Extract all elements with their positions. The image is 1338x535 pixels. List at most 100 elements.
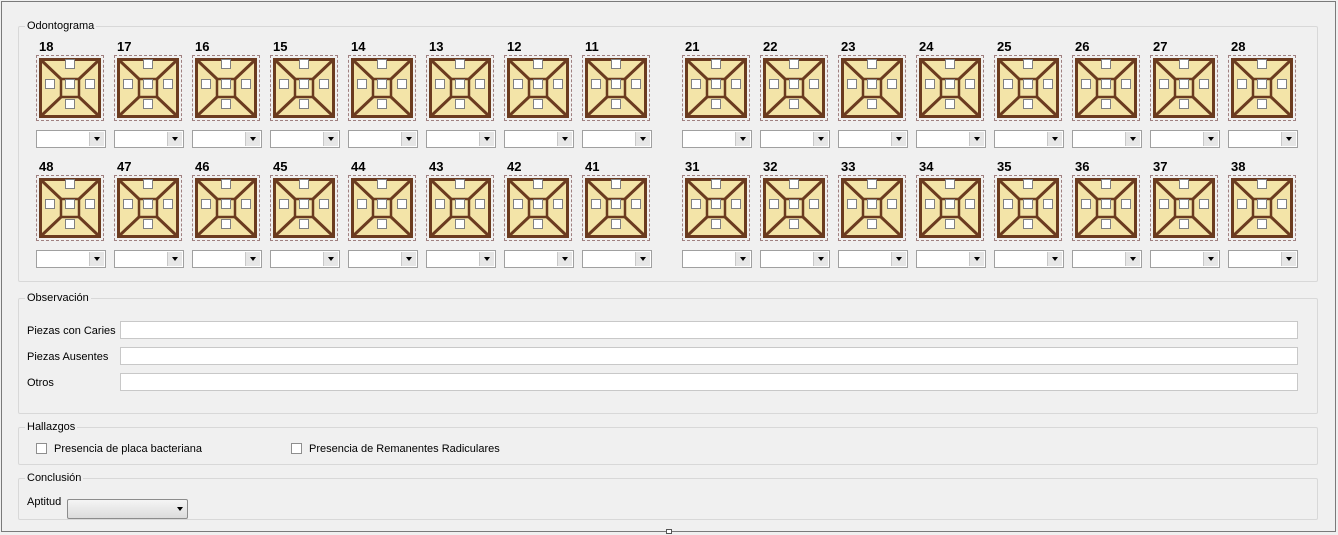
surface-checkbox-top[interactable]: [299, 59, 309, 69]
surface-checkbox-left[interactable]: [769, 199, 779, 209]
tooth-state-combo[interactable]: [1072, 250, 1142, 268]
surface-checkbox-center[interactable]: [377, 79, 387, 89]
dropdown-arrow-icon[interactable]: [1203, 252, 1218, 266]
surface-checkbox-top[interactable]: [711, 59, 721, 69]
surface-checkbox-center[interactable]: [221, 199, 231, 209]
dropdown-arrow-icon[interactable]: [1047, 252, 1062, 266]
dropdown-arrow-icon[interactable]: [557, 132, 572, 146]
surface-checkbox-left[interactable]: [513, 199, 523, 209]
surface-checkbox-bottom[interactable]: [455, 99, 465, 109]
surface-checkbox-right[interactable]: [397, 199, 407, 209]
surface-checkbox-bottom[interactable]: [1023, 99, 1033, 109]
surface-checkbox-top[interactable]: [533, 59, 543, 69]
surface-checkbox-center[interactable]: [1023, 199, 1033, 209]
surface-checkbox-bottom[interactable]: [789, 219, 799, 229]
surface-checkbox-left[interactable]: [357, 199, 367, 209]
surface-checkbox-right[interactable]: [965, 199, 975, 209]
surface-checkbox-bottom[interactable]: [377, 219, 387, 229]
surface-checkbox-bottom[interactable]: [945, 99, 955, 109]
surface-checkbox-right[interactable]: [809, 79, 819, 89]
tooth-state-combo[interactable]: [192, 130, 262, 148]
surface-checkbox-top[interactable]: [221, 179, 231, 189]
surface-checkbox-center[interactable]: [1101, 79, 1111, 89]
dropdown-arrow-icon[interactable]: [1203, 132, 1218, 146]
surface-checkbox-left[interactable]: [279, 199, 289, 209]
surface-checkbox-bottom[interactable]: [1257, 219, 1267, 229]
surface-checkbox-top[interactable]: [789, 179, 799, 189]
surface-checkbox-top[interactable]: [65, 179, 75, 189]
surface-checkbox-center[interactable]: [455, 79, 465, 89]
surface-checkbox-top[interactable]: [377, 59, 387, 69]
tooth-state-combo[interactable]: [504, 250, 574, 268]
dropdown-arrow-icon[interactable]: [635, 132, 650, 146]
dropdown-arrow-icon[interactable]: [1125, 132, 1140, 146]
surface-checkbox-bottom[interactable]: [65, 219, 75, 229]
surface-checkbox-right[interactable]: [163, 79, 173, 89]
surface-checkbox-right[interactable]: [475, 79, 485, 89]
surface-checkbox-center[interactable]: [533, 199, 543, 209]
piezas-ausentes-input[interactable]: [120, 347, 1298, 365]
surface-checkbox-right[interactable]: [553, 79, 563, 89]
tooth-state-combo[interactable]: [994, 130, 1064, 148]
surface-checkbox-right[interactable]: [1199, 79, 1209, 89]
surface-checkbox-top[interactable]: [1023, 59, 1033, 69]
tooth-state-combo[interactable]: [192, 250, 262, 268]
surface-checkbox-left[interactable]: [435, 199, 445, 209]
dropdown-arrow-icon[interactable]: [735, 252, 750, 266]
dropdown-arrow-icon[interactable]: [735, 132, 750, 146]
checkbox-box[interactable]: [36, 443, 47, 454]
surface-checkbox-right[interactable]: [631, 79, 641, 89]
surface-checkbox-left[interactable]: [279, 79, 289, 89]
dropdown-arrow-icon[interactable]: [813, 132, 828, 146]
surface-checkbox-left[interactable]: [925, 79, 935, 89]
surface-checkbox-center[interactable]: [143, 79, 153, 89]
surface-checkbox-center[interactable]: [377, 199, 387, 209]
surface-checkbox-top[interactable]: [65, 59, 75, 69]
tooth-state-combo[interactable]: [916, 250, 986, 268]
surface-checkbox-bottom[interactable]: [1179, 99, 1189, 109]
surface-checkbox-left[interactable]: [357, 79, 367, 89]
surface-checkbox-right[interactable]: [319, 199, 329, 209]
surface-checkbox-center[interactable]: [221, 79, 231, 89]
surface-checkbox-bottom[interactable]: [611, 99, 621, 109]
tooth-state-combo[interactable]: [1228, 130, 1298, 148]
surface-checkbox-top[interactable]: [1179, 59, 1189, 69]
surface-checkbox-bottom[interactable]: [65, 99, 75, 109]
dropdown-arrow-icon[interactable]: [1281, 132, 1296, 146]
dropdown-arrow-icon[interactable]: [1047, 132, 1062, 146]
resize-grip[interactable]: [666, 529, 672, 534]
surface-checkbox-bottom[interactable]: [221, 99, 231, 109]
tooth-state-combo[interactable]: [582, 250, 652, 268]
tooth-state-combo[interactable]: [760, 130, 830, 148]
surface-checkbox-top[interactable]: [221, 59, 231, 69]
tooth-state-combo[interactable]: [348, 130, 418, 148]
surface-checkbox-left[interactable]: [1003, 79, 1013, 89]
surface-checkbox-bottom[interactable]: [143, 219, 153, 229]
surface-checkbox-right[interactable]: [1199, 199, 1209, 209]
checkbox-box[interactable]: [291, 443, 302, 454]
dropdown-arrow-icon[interactable]: [635, 252, 650, 266]
surface-checkbox-right[interactable]: [553, 199, 563, 209]
surface-checkbox-left[interactable]: [123, 199, 133, 209]
surface-checkbox-bottom[interactable]: [1101, 99, 1111, 109]
dropdown-arrow-icon[interactable]: [167, 132, 182, 146]
surface-checkbox-center[interactable]: [143, 199, 153, 209]
surface-checkbox-center[interactable]: [1257, 79, 1267, 89]
surface-checkbox-top[interactable]: [1179, 179, 1189, 189]
tooth-state-combo[interactable]: [36, 130, 106, 148]
dropdown-arrow-icon[interactable]: [891, 132, 906, 146]
surface-checkbox-right[interactable]: [1121, 79, 1131, 89]
surface-checkbox-top[interactable]: [1257, 59, 1267, 69]
surface-checkbox-top[interactable]: [1101, 179, 1111, 189]
tooth-state-combo[interactable]: [760, 250, 830, 268]
surface-checkbox-center[interactable]: [711, 79, 721, 89]
surface-checkbox-center[interactable]: [1257, 199, 1267, 209]
surface-checkbox-top[interactable]: [945, 59, 955, 69]
surface-checkbox-top[interactable]: [143, 179, 153, 189]
surface-checkbox-center[interactable]: [1023, 79, 1033, 89]
surface-checkbox-top[interactable]: [455, 59, 465, 69]
surface-checkbox-bottom[interactable]: [1023, 219, 1033, 229]
surface-checkbox-top[interactable]: [611, 179, 621, 189]
surface-checkbox-left[interactable]: [513, 79, 523, 89]
surface-checkbox-left[interactable]: [123, 79, 133, 89]
